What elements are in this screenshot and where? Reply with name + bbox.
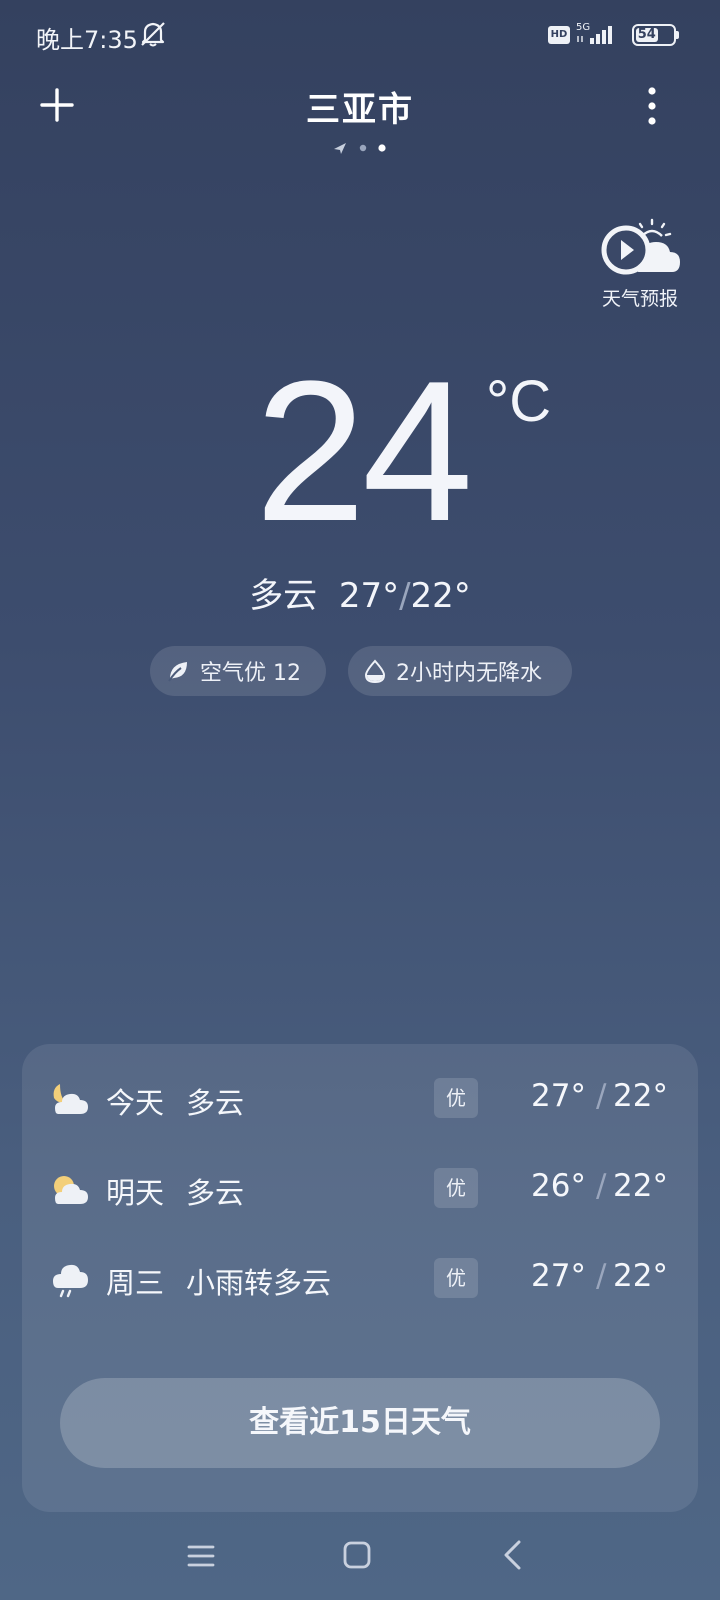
bell-off-icon (141, 22, 165, 47)
forecast-low: 22° (613, 1168, 668, 1204)
forecast-condition: 小雨转多云 (186, 1266, 332, 1300)
forecast-condition: 多云 (186, 1176, 245, 1210)
forecast-high: 27° (531, 1258, 586, 1294)
air-quality-text: 空气优 12 (200, 661, 301, 686)
city-title: 三亚市 (306, 90, 414, 130)
current-temperature: 24 (254, 340, 473, 563)
signal-5g-icon: 5G (576, 22, 612, 44)
hd-badge: HD (548, 26, 570, 44)
forecast-card: 今天 多云 优 27° / 22° 明天 多云 优 26° / 22° 周三 小… (22, 1044, 698, 1512)
forecast-high: 27° (531, 1078, 586, 1114)
forecast-condition: 多云 (186, 1086, 245, 1120)
forecast-low: 22° (613, 1258, 668, 1294)
weather-video-icon[interactable] (598, 218, 682, 280)
battery-level: 54 (636, 27, 658, 42)
more-options-icon[interactable] (644, 86, 660, 126)
forecast-aqi-badge: 优 (434, 1258, 478, 1298)
forecast-row-wednesday[interactable]: 周三 小雨转多云 优 27° / 22° (22, 1250, 698, 1310)
page-dot (359, 144, 367, 152)
forecast-aqi-badge: 优 (434, 1078, 478, 1118)
page-dot-active (378, 144, 386, 152)
forecast-separator: / (596, 1258, 607, 1294)
water-drop-icon (364, 659, 386, 683)
temp-separator: / (399, 576, 411, 616)
forecast-separator: / (596, 1078, 607, 1114)
current-condition-line: 多云 27°/22° (0, 568, 720, 617)
weather-video-label[interactable]: 天气预报 (580, 284, 700, 311)
battery-cap (676, 31, 679, 39)
forecast-day: 明天 (106, 1176, 165, 1210)
moon-cloud-icon (53, 1084, 88, 1114)
current-condition: 多云 (249, 576, 318, 616)
location-arrow-icon (334, 143, 346, 154)
rain-cloud-icon (53, 1264, 88, 1298)
leaf-icon (168, 662, 187, 682)
temperature-unit: °C (486, 369, 552, 434)
forecast-aqi-badge: 优 (434, 1168, 478, 1208)
forecast-high: 26° (531, 1168, 586, 1204)
battery-indicator: 54 (632, 24, 676, 46)
sun-cloud-icon (54, 1176, 88, 1204)
nav-menu-icon[interactable] (186, 1542, 216, 1570)
forecast-row-tomorrow[interactable]: 明天 多云 优 26° / 22° (22, 1160, 698, 1220)
forecast-day: 今天 (106, 1086, 165, 1120)
precipitation-text: 2小时内无降水 (396, 661, 542, 686)
forecast-separator: / (596, 1168, 607, 1204)
page-indicator (334, 143, 386, 154)
current-high: 27° (338, 576, 400, 616)
precipitation-pill[interactable]: 2小时内无降水 (348, 646, 572, 696)
air-quality-pill[interactable]: 空气优 12 (150, 646, 326, 696)
view-15-day-button[interactable]: 查看近15日天气 (60, 1378, 660, 1468)
status-bar: 晚上7:35 HD 5G 54 (0, 0, 720, 70)
forecast-low: 22° (613, 1078, 668, 1114)
nav-back-icon[interactable] (500, 1538, 524, 1572)
forecast-day: 周三 (106, 1266, 165, 1300)
svg-text:5G: 5G (576, 22, 590, 33)
nav-home-icon[interactable] (342, 1540, 372, 1570)
current-low: 22° (410, 576, 471, 616)
forecast-row-today[interactable]: 今天 多云 优 27° / 22° (22, 1070, 698, 1130)
status-time: 晚上7:35 (36, 26, 138, 54)
